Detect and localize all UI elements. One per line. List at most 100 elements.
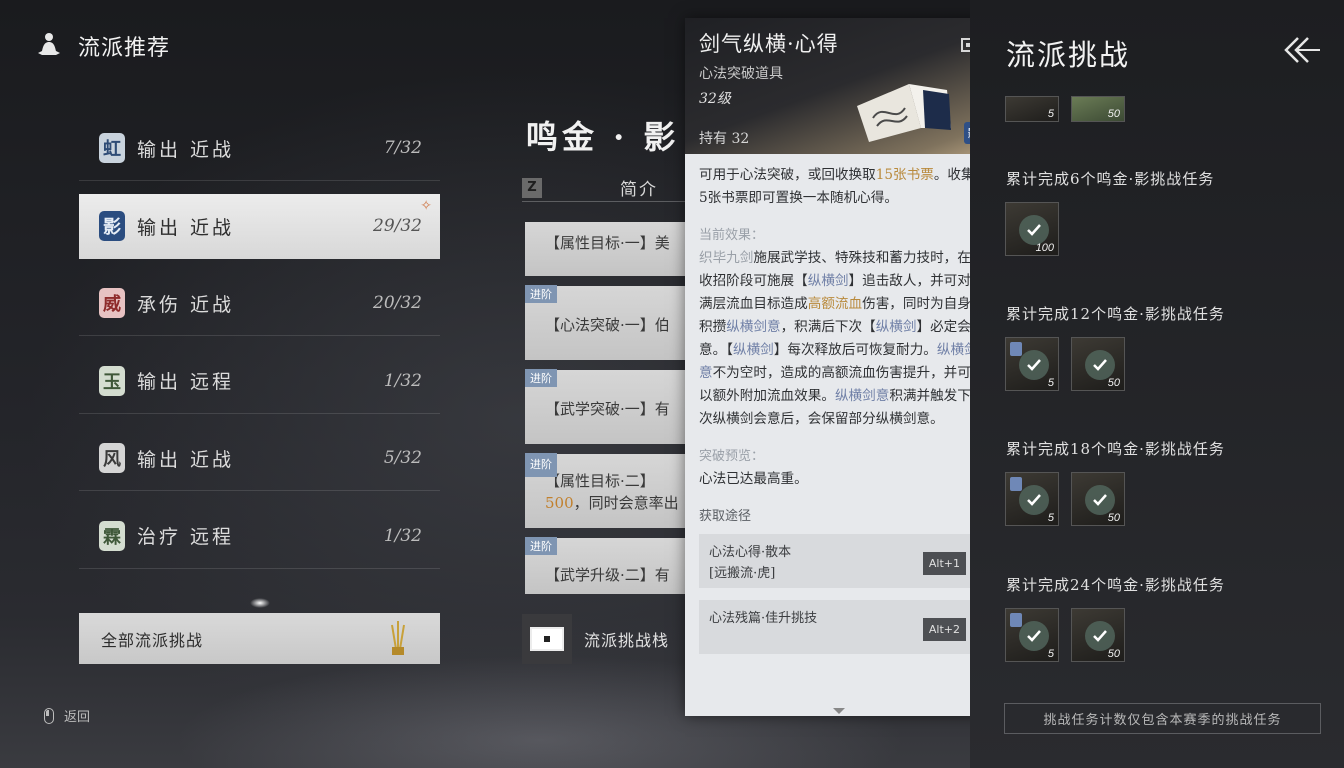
task-label: 累计完成24个鸣金·影挑战任务 [1006, 576, 1225, 594]
school-role: 治疗 远程 [137, 526, 235, 548]
reward-item[interactable]: 50 [1071, 337, 1125, 391]
reward-qty: 50 [1107, 648, 1120, 660]
effect-title: 当前效果： [699, 228, 765, 243]
reward-item[interactable]: 5 [1005, 608, 1059, 662]
incense-icon [391, 621, 405, 655]
check-icon [1085, 485, 1115, 515]
scroll-indicator [250, 598, 270, 608]
school-role: 输出 近战 [137, 138, 235, 161]
school-list: 虹 输出 近战 7/32 影 输出 近战 29/32 ✧ 威 承伤 近战 20/… [79, 116, 440, 581]
all-challenge-label: 全部流派挑战 [101, 630, 204, 650]
school-item-wei[interactable]: 威 承伤 近战 20/32 [79, 271, 440, 336]
item-level: 32级 [699, 91, 731, 107]
page-title: 流派推荐 [78, 36, 171, 61]
mid-tabs: Z 简介 [522, 174, 692, 202]
reward-item[interactable]: 50 [1071, 472, 1125, 526]
check-icon [1085, 350, 1115, 380]
school-item-yu[interactable]: 玉 输出 远程 1/32 [79, 349, 440, 414]
reward-qty: 5 [1047, 648, 1054, 660]
challenge-stack-label: 流派挑战栈 [584, 631, 670, 650]
reward-qty: 100 [1035, 242, 1054, 254]
breakthrough-card[interactable]: 进阶 【武学升级·二】有 [525, 537, 690, 594]
source-route[interactable]: 心法心得·散本 [远搬流·虎] Alt+1 [699, 534, 978, 588]
school-role: 输出 远程 [137, 371, 235, 393]
reward-qty: 50 [1107, 377, 1120, 389]
school-item-hong[interactable]: 虹 输出 近战 7/32 [79, 116, 440, 181]
reward-qty: 5 [1047, 377, 1054, 389]
breakthrough-card[interactable]: 【属性目标·一】美 [525, 222, 690, 276]
check-icon [1019, 350, 1049, 380]
breakthrough-list: 【属性目标·一】美 进阶 【心法突破·一】伯 进阶 【武学突破·一】有 进阶 【… [525, 222, 690, 604]
reward-item[interactable]: 5 [1005, 472, 1059, 526]
reward-row: 5 50 [1005, 337, 1125, 391]
card-text: 【心法突破·一】伯 [545, 316, 670, 334]
item-tooltip: 剑气纵横·心得 心法突破道具 32级 持有 32 影 可用于心法突破，或回收换取… [685, 18, 992, 716]
breakthrough-card[interactable]: 进阶 【武学突破·一】有 [525, 369, 690, 444]
tab-intro[interactable]: 简介 [620, 175, 658, 200]
scroll-down-icon[interactable] [833, 708, 845, 714]
reward-item[interactable]: 5 [1005, 96, 1059, 122]
school-progress: 29/32 [373, 216, 422, 236]
task-label: 累计完成6个鸣金·影挑战任务 [1006, 170, 1215, 188]
breakthrough-card[interactable]: 进阶 【属性目标·二】 500，同时会意率出 [525, 453, 690, 528]
school-seal-icon: 影 [99, 211, 125, 241]
school-item-lin[interactable]: 霖 治疗 远程 1/32 [79, 504, 440, 569]
reward-item[interactable]: 50 [1071, 96, 1125, 122]
source-route[interactable]: 心法残篇·佳升挑技 Alt+2 [699, 600, 978, 654]
item-description: 可用于心法突破，或回收换取15张书票。收集5张书票即可置换一本随机心得。 [699, 167, 975, 206]
challenge-title: 流派挑战 [1006, 38, 1131, 72]
card-text: 【属性目标·一】美 [545, 234, 670, 252]
school-role: 输出 近战 [137, 216, 235, 239]
school-seal-icon: 威 [99, 288, 125, 318]
challenge-stack-button[interactable]: 流派挑战栈 [522, 614, 669, 664]
book-icon [857, 84, 951, 142]
back-hint[interactable]: 返回 [44, 706, 90, 725]
task-label: 累计完成18个鸣金·影挑战任务 [1006, 440, 1225, 458]
advanced-tag: 进阶 [525, 537, 557, 555]
item-name: 剑气纵横·心得 [699, 32, 839, 56]
recommend-mark-icon: ✧ [420, 197, 432, 214]
school-role: 输出 近战 [137, 448, 235, 471]
double-chevron-left-icon[interactable] [1282, 36, 1322, 64]
reward-item[interactable]: 50 [1071, 608, 1125, 662]
seal-icon [1010, 342, 1022, 356]
check-icon [1085, 621, 1115, 651]
challenge-panel: 流派挑战 5 50 累计完成6个鸣金·影挑战任务 100 累计完成12个鸣金·影… [970, 0, 1344, 768]
breakthrough-card[interactable]: 进阶 【心法突破·一】伯 [525, 285, 690, 360]
reward-row: 5 50 [1005, 96, 1125, 122]
reward-row: 100 [1005, 202, 1059, 256]
school-seal-icon: 风 [99, 443, 125, 473]
reward-item[interactable]: 100 [1005, 202, 1059, 256]
reward-item[interactable]: 5 [1005, 337, 1059, 391]
route-hotkey: Alt+2 [922, 618, 966, 641]
reward-row: 5 50 [1005, 472, 1125, 526]
school-role: 承伤 近战 [137, 293, 235, 316]
school-progress: 5/32 [383, 448, 422, 468]
all-challenge-button[interactable]: 全部流派挑战 [79, 613, 440, 664]
seal-icon [1010, 477, 1022, 491]
school-seal-icon: 霖 [99, 520, 125, 551]
check-icon [1019, 621, 1049, 651]
chest-button[interactable] [522, 614, 572, 664]
card-text: 【武学升级·二】有 [545, 566, 670, 584]
seal-icon [1010, 613, 1022, 627]
reward-qty: 50 [1107, 108, 1120, 120]
item-body: 可用于心法突破，或回收换取15张书票。收集5张书票即可置换一本随机心得。 当前效… [685, 154, 992, 664]
meditation-icon [38, 33, 60, 55]
school-progress: 7/32 [383, 138, 422, 158]
route-hotkey: Alt+1 [922, 552, 966, 575]
source-title: 获取途径 [699, 509, 752, 524]
season-note: 挑战任务计数仅包含本赛季的挑战任务 [1004, 703, 1321, 734]
school-item-ying[interactable]: 影 输出 近战 29/32 ✧ [79, 193, 440, 259]
check-icon [1019, 485, 1049, 515]
school-item-feng[interactable]: 风 输出 近战 5/32 [79, 426, 440, 491]
task-label: 累计完成12个鸣金·影挑战任务 [1006, 305, 1225, 323]
school-progress: 20/32 [373, 293, 422, 313]
card-text-2: 500，同时会意率出 [545, 494, 679, 512]
card-text: 【武学突破·一】有 [545, 400, 670, 418]
advanced-tag: 进阶 [525, 285, 557, 303]
reward-qty: 5 [1047, 108, 1054, 120]
page-header: 流派推荐 [34, 30, 170, 62]
mouse-icon [44, 707, 54, 724]
school-seal-icon: 玉 [99, 365, 125, 396]
